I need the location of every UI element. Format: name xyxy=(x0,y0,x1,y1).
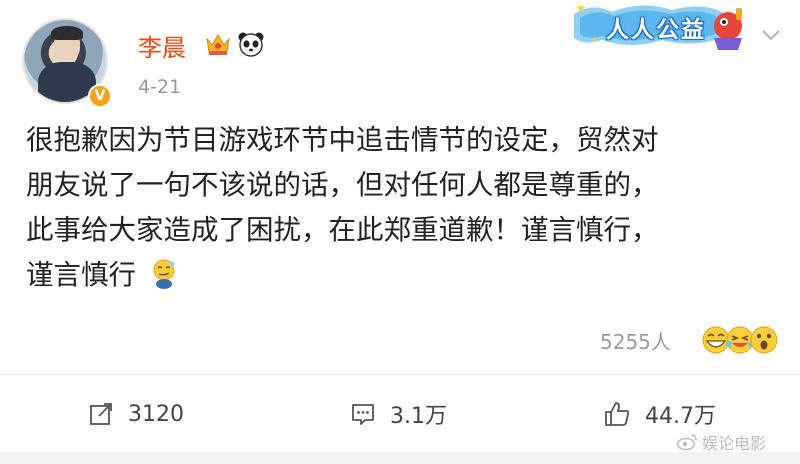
post-text-line: 朋友说了一句不该说的话，但对任何人都是尊重的， xyxy=(26,169,659,201)
reaction-emojis[interactable] xyxy=(700,323,780,355)
post-text-line-last: 谨言慎行 xyxy=(26,253,766,298)
awkward-emoji-icon xyxy=(153,259,175,289)
author-name[interactable]: 李晨 xyxy=(138,28,186,63)
repost-icon xyxy=(90,403,112,425)
weibo-post-card: V 李晨 4-21 人人公益 很抱歉因为节目游戏环节中追击情节的设定，贸然对 朋… xyxy=(0,0,800,464)
grin-emoji-icon xyxy=(702,326,730,354)
post-text-line: 谨言慎行 xyxy=(26,259,136,291)
divider xyxy=(0,374,800,375)
repost-button[interactable]: 3120 xyxy=(88,394,184,434)
post-text: 很抱歉因为节目游戏环节中追击情节的设定，贸然对 朋友说了一句不该说的话，但对任何… xyxy=(26,118,766,298)
comment-icon xyxy=(352,404,374,425)
surprised-emoji-icon xyxy=(750,326,778,354)
avatar-container[interactable]: V xyxy=(22,18,114,110)
panda-icon[interactable] xyxy=(237,30,265,58)
chevron-down-icon[interactable] xyxy=(758,22,784,48)
repost-count: 3120 xyxy=(128,401,184,427)
reaction-count[interactable]: 5255人 xyxy=(600,326,671,355)
post-text-line: 此事给大家造成了困扰，在此郑重道歉！谨言慎行， xyxy=(26,214,659,246)
verified-badge-icon: V xyxy=(88,84,112,108)
weibo-logo-icon xyxy=(676,434,697,451)
post-date[interactable]: 4-21 xyxy=(138,76,181,98)
comment-count: 3.1万 xyxy=(390,404,447,429)
crown-member-icon[interactable] xyxy=(204,30,232,58)
comment-button[interactable]: 3.1万 xyxy=(350,394,447,434)
banner-label: 人人公益 xyxy=(606,17,706,43)
laugh-cry-emoji-icon xyxy=(726,326,754,354)
watermark: 娱论电影 xyxy=(676,430,766,454)
post-text-line: 很抱歉因为节目游戏环节中追击情节的设定，贸然对 xyxy=(26,124,659,156)
thumbs-up-icon xyxy=(605,402,630,426)
bottom-bar xyxy=(0,452,800,464)
like-button[interactable]: 44.7万 xyxy=(603,394,716,434)
like-count: 44.7万 xyxy=(645,404,716,429)
watermark-text: 娱论电影 xyxy=(702,434,767,453)
